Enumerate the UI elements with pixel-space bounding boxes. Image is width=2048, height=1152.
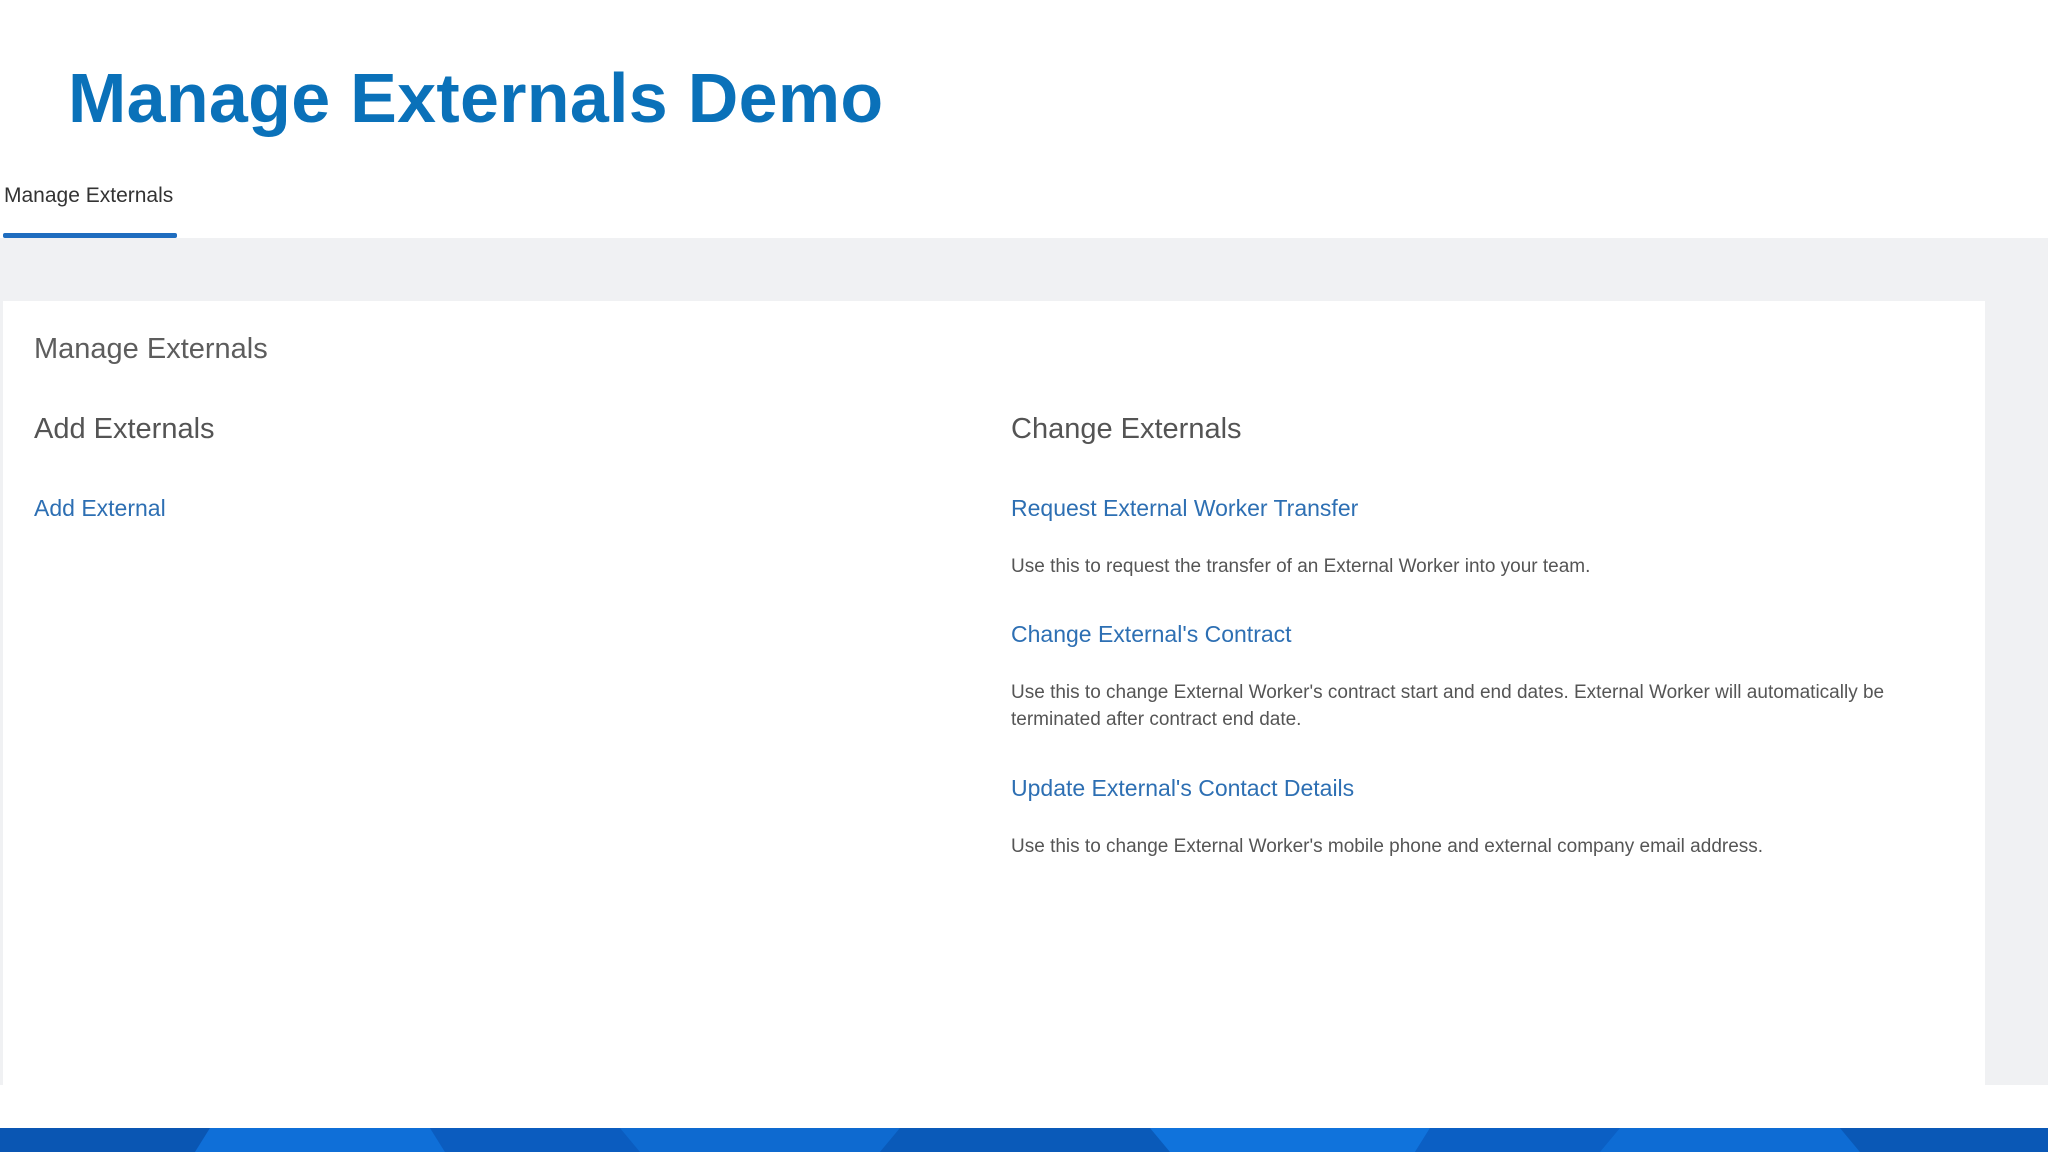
request-transfer-description: Use this to request the transfer of an E… (1011, 556, 1591, 577)
request-transfer-link[interactable]: Request External Worker Transfer (1011, 495, 1358, 522)
panel-title: Manage Externals (34, 333, 268, 365)
update-contact-link[interactable]: Update External's Contact Details (1011, 775, 1354, 802)
app-screenshot: Manage Externals Manage Externals Add Ex… (0, 160, 2048, 1085)
band-pattern (0, 1128, 2048, 1152)
add-externals-heading: Add Externals (34, 413, 215, 445)
slide-title: Manage Externals Demo (68, 59, 884, 137)
bottom-decorative-band (0, 1128, 2048, 1152)
manage-externals-panel: Manage Externals Add Externals Add Exter… (3, 301, 1985, 1085)
tab-bar: Manage Externals (0, 160, 2048, 238)
slide: Manage Externals Demo Manage Externals M… (0, 0, 2048, 1152)
change-contract-link[interactable]: Change External's Contract (1011, 621, 1292, 648)
change-contract-description: Use this to change External Worker's con… (1011, 682, 1885, 730)
tab-label: Manage Externals (4, 184, 174, 207)
tab-manage-externals[interactable]: Manage Externals (3, 160, 177, 238)
update-contact-description: Use this to change External Worker's mob… (1011, 836, 1764, 857)
add-external-link[interactable]: Add External (34, 495, 166, 522)
change-externals-heading: Change Externals (1011, 413, 1242, 445)
active-tab-indicator (3, 233, 177, 238)
